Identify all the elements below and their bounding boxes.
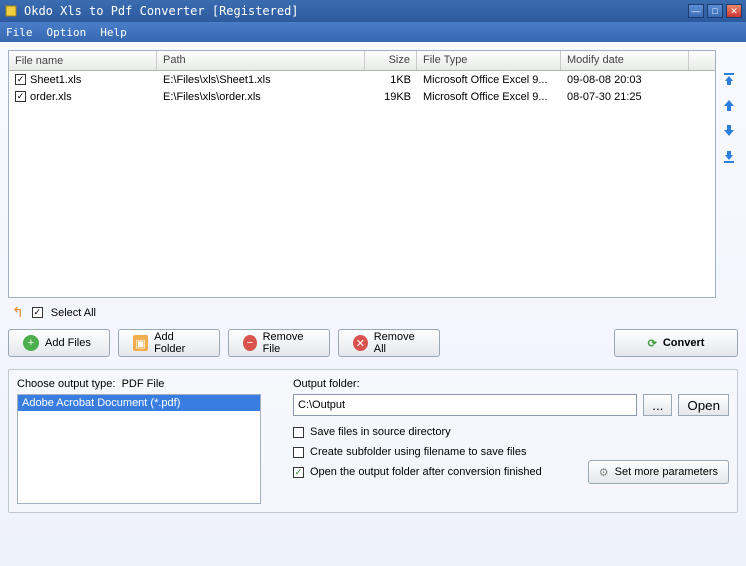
col-header-type[interactable]: File Type <box>417 51 561 70</box>
row-size: 19KB <box>365 91 417 103</box>
table-row[interactable]: ✓ Sheet1.xls E:\Files\xls\Sheet1.xls1KBMic… <box>9 71 715 88</box>
col-header-path[interactable]: Path <box>157 51 365 70</box>
save-in-source-checkbox[interactable] <box>293 427 304 438</box>
output-folder-input[interactable] <box>293 394 637 416</box>
row-path: E:\Files\xls\order.xls <box>157 91 365 103</box>
row-filename: order.xls <box>30 91 72 103</box>
move-down-button[interactable] <box>720 122 738 140</box>
col-header-date[interactable]: Modify date <box>561 51 689 70</box>
move-bottom-button[interactable] <box>720 148 738 166</box>
row-type: Microsoft Office Excel 9... <box>417 74 561 86</box>
convert-icon: ⟳ <box>648 337 657 350</box>
more-parameters-button[interactable]: ⚙Set more parameters <box>588 460 729 484</box>
row-type: Microsoft Office Excel 9... <box>417 91 561 103</box>
gear-icon: ⚙ <box>599 466 609 479</box>
table-row[interactable]: ✓ order.xls E:\Files\xls\order.xls19KBMicr… <box>9 88 715 105</box>
add-folder-button[interactable]: ▣Add Folder <box>118 329 220 357</box>
titlebar: Okdo Xls to Pdf Converter [Registered] —… <box>0 0 746 22</box>
output-folder-label: Output folder: <box>293 378 729 390</box>
convert-button[interactable]: ⟳Convert <box>614 329 738 357</box>
col-header-size[interactable]: Size <box>365 51 417 70</box>
minimize-button[interactable]: — <box>688 4 704 18</box>
menubar: File Option Help <box>0 22 746 42</box>
app-icon <box>4 4 18 18</box>
col-header-name[interactable]: File name <box>9 51 157 70</box>
select-all-label: Select All <box>51 307 96 319</box>
add-files-button[interactable]: +Add Files <box>8 329 110 357</box>
output-type-label: Choose output type: PDF File <box>17 378 261 390</box>
open-after-label: Open the output folder after conversion … <box>310 466 542 478</box>
file-table: File name Path Size File Type Modify dat… <box>8 50 716 298</box>
move-top-button[interactable] <box>720 70 738 88</box>
save-in-source-label: Save files in source directory <box>310 426 451 438</box>
row-checkbox[interactable]: ✓ <box>15 91 26 102</box>
folder-icon: ▣ <box>133 335 148 351</box>
row-path: E:\Files\xls\Sheet1.xls <box>157 74 365 86</box>
plus-icon: + <box>23 335 39 351</box>
table-header: File name Path Size File Type Modify dat… <box>9 51 715 71</box>
row-size: 1KB <box>365 74 417 86</box>
create-subfolder-label: Create subfolder using filename to save … <box>310 446 526 458</box>
browse-button[interactable]: ... <box>643 394 672 416</box>
create-subfolder-checkbox[interactable] <box>293 447 304 458</box>
open-after-checkbox[interactable]: ✓ <box>293 467 304 478</box>
row-filename: Sheet1.xls <box>30 74 81 86</box>
row-date: 09-08-08 20:03 <box>561 74 689 86</box>
menu-option[interactable]: Option <box>47 26 87 39</box>
output-type-list[interactable]: Adobe Acrobat Document (*.pdf) <box>17 394 261 504</box>
output-type-selected[interactable]: Adobe Acrobat Document (*.pdf) <box>18 395 260 411</box>
row-checkbox[interactable]: ✓ <box>15 74 26 85</box>
remove-all-button[interactable]: ✕Remove All <box>338 329 440 357</box>
minus-icon: − <box>243 335 257 351</box>
move-up-button[interactable] <box>720 96 738 114</box>
maximize-button[interactable]: □ <box>707 4 723 18</box>
up-folder-icon[interactable]: ↰ <box>12 304 24 321</box>
row-date: 08-07-30 21:25 <box>561 91 689 103</box>
remove-file-button[interactable]: −Remove File <box>228 329 330 357</box>
window-title: Okdo Xls to Pdf Converter [Registered] <box>24 4 688 18</box>
open-folder-button[interactable]: Open <box>678 394 729 416</box>
x-icon: ✕ <box>353 335 368 351</box>
menu-help[interactable]: Help <box>100 26 127 39</box>
menu-file[interactable]: File <box>6 26 33 39</box>
select-all-checkbox[interactable]: ✓ <box>32 307 43 318</box>
close-button[interactable]: ✕ <box>726 4 742 18</box>
